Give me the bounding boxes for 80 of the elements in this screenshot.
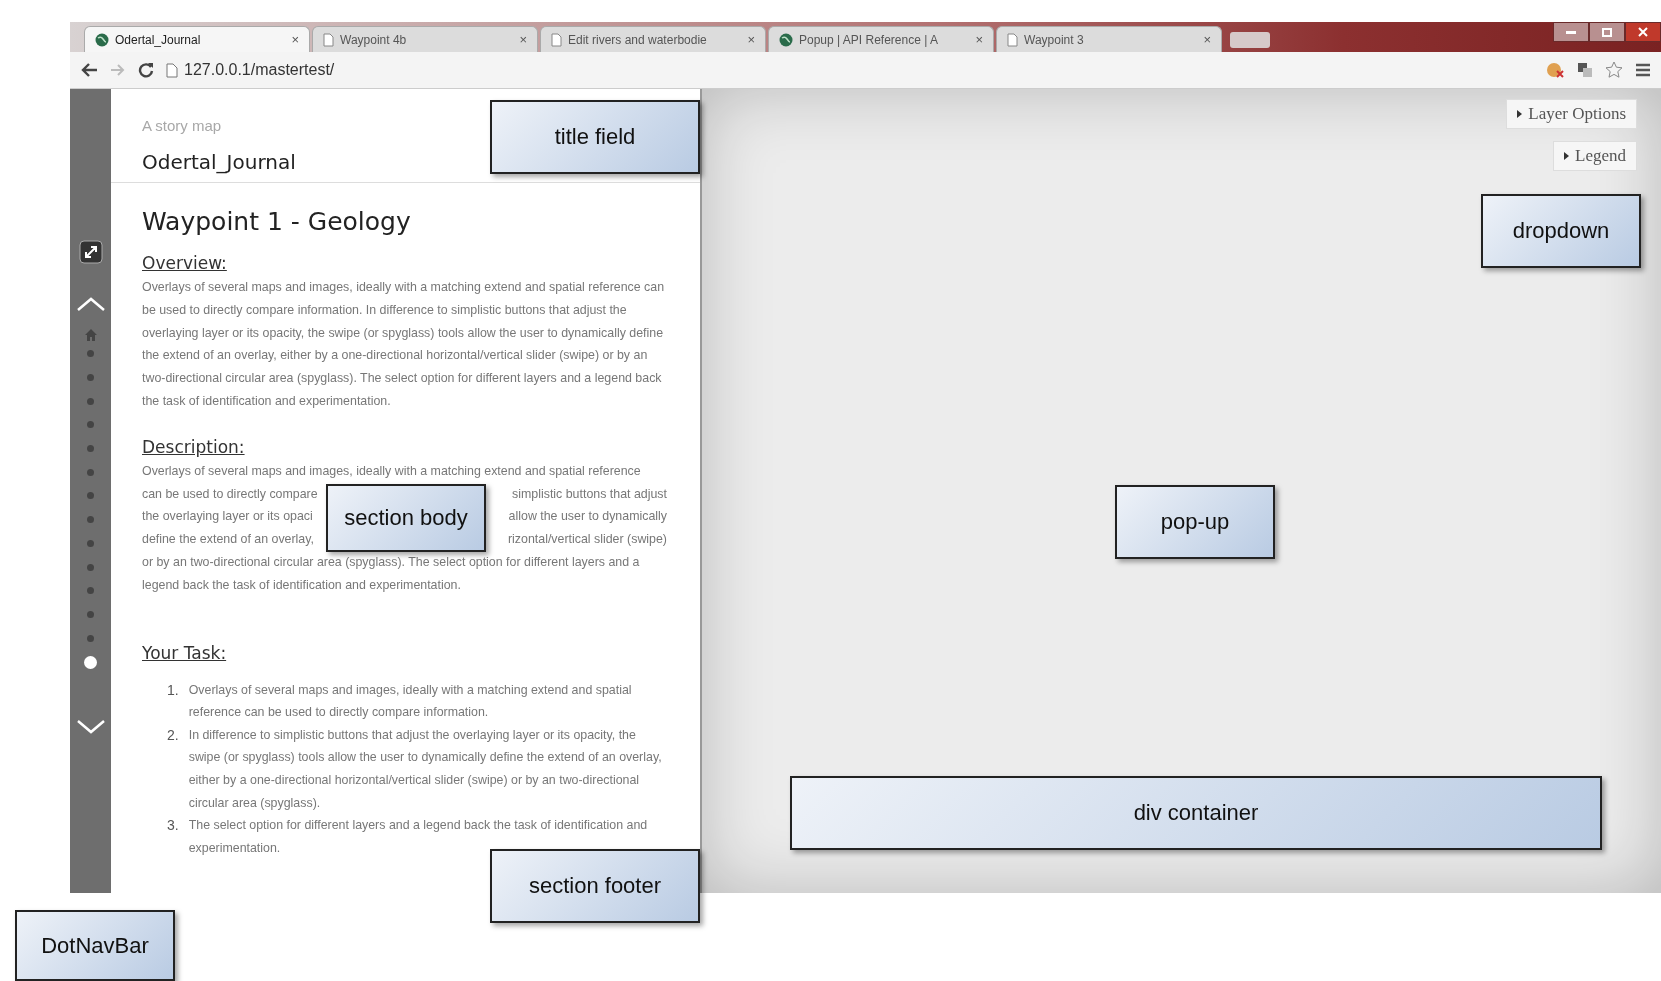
nav-dot[interactable] <box>84 655 97 669</box>
nav-dot[interactable] <box>87 445 94 453</box>
forward-icon[interactable] <box>110 63 126 77</box>
browser-tab[interactable]: Waypoint 4b × <box>312 26 538 52</box>
close-icon <box>1638 27 1648 37</box>
caret-icon <box>1517 110 1523 118</box>
section-text: Overlays of several maps and images, ideally with a matching extend and spatial reference can be used to directly compare information. In difference to simplistic buttons that adjust the overlaying layer or its opacity, the swipe (or spyglass) tools allow the user to dynamically define the extend of an overlay, either by a one-directional horizontal/vertical slider (swipe) or by an two-directional circular area (spyglass). The select option for different layers and a legend back the task of identification and experimentation. <box>142 279 666 410</box>
close-icon[interactable]: × <box>975 32 983 47</box>
browser-tab[interactable]: Edit rivers and waterbodie × <box>540 26 766 52</box>
nav-dot[interactable] <box>87 374 94 382</box>
panel-subtitle: A story map <box>142 117 223 135</box>
page-icon <box>1007 32 1018 47</box>
minimize-button[interactable] <box>1553 22 1589 42</box>
close-button[interactable] <box>1625 22 1661 42</box>
section-text: simplistic buttons that adjust <box>512 485 667 503</box>
annotation-label: pop-up <box>1115 485 1275 559</box>
section-heading: Description: <box>142 435 246 458</box>
up-chevron-icon[interactable] <box>75 296 106 312</box>
section-heading: Overview: <box>142 252 228 274</box>
annotation-label: div container <box>790 776 1602 850</box>
nav-dot[interactable] <box>87 350 94 358</box>
reload-icon[interactable] <box>138 62 154 78</box>
close-icon[interactable]: × <box>747 32 755 47</box>
down-chevron-icon[interactable] <box>75 718 106 735</box>
nav-dot[interactable] <box>87 421 94 429</box>
annotation-label: section footer <box>490 849 700 923</box>
section-text: rizontal/vertical slider (swipe) <box>507 531 667 549</box>
globe-icon <box>779 32 793 47</box>
section-text: the overlaying layer or its opaci <box>142 508 313 526</box>
close-icon[interactable]: × <box>291 32 299 47</box>
globe-icon <box>95 32 109 47</box>
expand-icon[interactable] <box>78 240 103 264</box>
section-text: or by an two-directional circular area (spyglass). The select option for different layers and a <box>142 553 640 571</box>
close-icon[interactable]: × <box>519 32 527 47</box>
annotation-label: DotNavBar <box>15 910 175 981</box>
section-text: allow the user to dynamically <box>508 508 667 526</box>
section-heading: Your Task: <box>142 641 228 664</box>
nav-dot[interactable] <box>87 634 94 642</box>
journal-title: Odertal_Journal <box>142 150 297 174</box>
nav-dot[interactable] <box>87 587 94 595</box>
page-icon <box>166 62 178 78</box>
nav-dot[interactable] <box>87 468 94 476</box>
maximize-icon <box>1602 27 1612 37</box>
section-text: define the extend of an overlay, <box>142 531 314 549</box>
item-number: 3. <box>167 816 179 836</box>
nav-dot[interactable] <box>87 610 94 618</box>
browser-tab[interactable]: Odertal_Journal × <box>84 26 310 52</box>
page-icon <box>323 32 334 47</box>
minimize-icon <box>1566 30 1576 34</box>
close-icon[interactable]: × <box>1203 32 1211 47</box>
annotation-label: dropdown <box>1481 194 1641 268</box>
nav-dot[interactable] <box>87 516 94 524</box>
nav-dot[interactable] <box>87 397 94 405</box>
back-icon[interactable] <box>80 62 98 78</box>
section-text: can be used to directly compare <box>142 485 318 503</box>
address-field[interactable]: 127.0.0.1/mastertest/ <box>184 61 335 79</box>
annotation-label: section body <box>326 484 486 552</box>
nav-dot[interactable] <box>87 539 94 547</box>
star-icon[interactable] <box>1605 61 1623 79</box>
dropdown-toggle[interactable]: Layer Options <box>1506 99 1637 129</box>
home-icon[interactable] <box>83 328 98 342</box>
new-tab-button[interactable] <box>1230 32 1270 48</box>
nav-dot[interactable] <box>87 563 94 571</box>
extension-icon[interactable] <box>1545 61 1565 79</box>
page-icon <box>551 32 562 47</box>
task-text: Overlays of several maps and images, ideally with a matching extend and spatial reference can be used to directly compare information. <box>188 681 633 722</box>
caret-icon <box>1564 152 1569 160</box>
waypoint-heading: Waypoint 1 - Geology <box>142 207 412 237</box>
browser-tab[interactable]: Waypoint 3 × <box>996 26 1222 52</box>
browser-tab[interactable]: Popup | API Reference | A × <box>768 26 994 52</box>
nav-dot[interactable] <box>87 492 94 500</box>
annotation-label: title field <box>490 100 700 174</box>
task-text: In difference to simplistic buttons that adjust the overlaying layer or its opacity, the swipe (or spyglass) tools allow the user to dynamically define the extend of an overlay, either by a one-directional horizontal/vertical slider (swipe) or by an two-directional circular area (spyglass). <box>188 726 663 812</box>
section-text: legend back the task of identification and experimentation. <box>142 576 461 594</box>
menu-icon[interactable] <box>1635 63 1651 77</box>
section-text: Overlays of several maps and images, ideally with a matching extend and spatial reference <box>142 462 641 480</box>
item-number: 1. <box>167 680 179 700</box>
dropdown-toggle[interactable]: Legend <box>1553 141 1637 171</box>
maximize-button[interactable] <box>1589 22 1625 42</box>
item-number: 2. <box>167 725 179 745</box>
